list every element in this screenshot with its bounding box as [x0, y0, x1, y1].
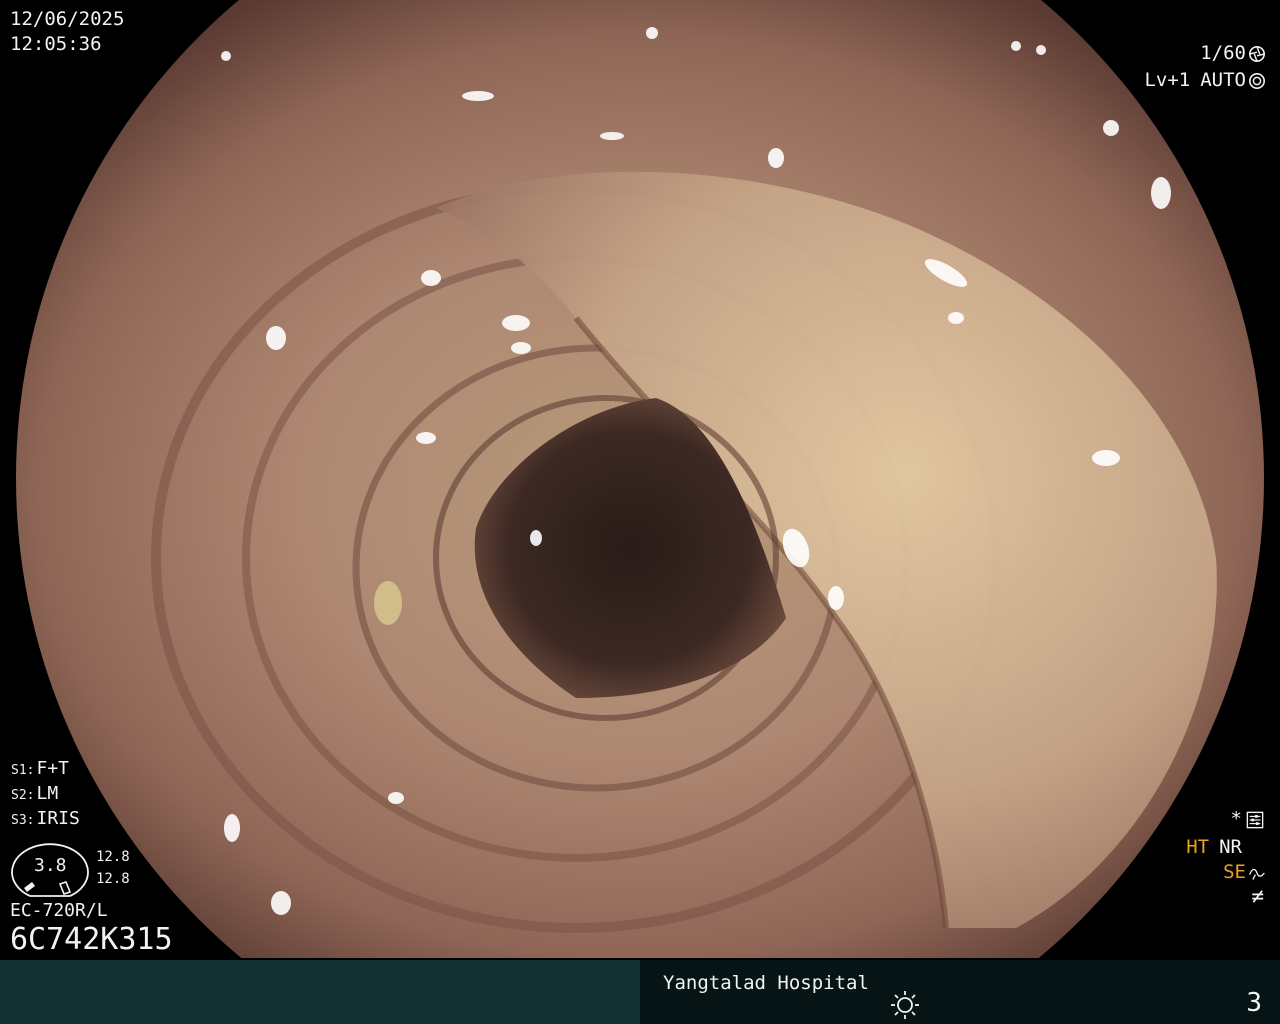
filter-indicator: ≠: [1251, 884, 1264, 908]
setting-value: IRIS: [36, 808, 80, 829]
nr-indicator: NR: [1219, 836, 1242, 858]
zoom-reading-a: 12.8: [96, 849, 130, 865]
star-indicator: *: [1230, 808, 1242, 830]
scope-model: EC-720R/L: [10, 900, 108, 921]
shutter-speed-value: 1/60: [1200, 42, 1246, 64]
hospital-name: Yangtalad Hospital: [663, 972, 869, 994]
exam-date: 12/06/2025: [10, 8, 125, 30]
zoom-reading-b: 12.8: [96, 871, 130, 887]
setting-key: S3:: [11, 813, 35, 828]
iris-mode: AUTO: [1200, 71, 1266, 90]
se-indicator: SE: [1223, 861, 1246, 883]
exposure-level-row: Lv+1 AUTO: [1144, 71, 1266, 90]
wave-icon: [1249, 868, 1265, 880]
indicator-se: SE: [1223, 863, 1266, 882]
sun-icon: [891, 991, 919, 1019]
iris-mode-value: AUTO: [1200, 69, 1246, 91]
zoom-value: 3.8: [34, 855, 67, 876]
shutter-icon: [1248, 45, 1266, 62]
ht-indicator: HT: [1186, 836, 1210, 858]
setting-key: S1:: [11, 763, 35, 778]
shutter-speed: 1/60: [1200, 44, 1266, 63]
setting-s3: S3: IRIS: [11, 810, 80, 828]
indicator-ht-nr: HT NR: [1186, 838, 1242, 857]
exposure-level: Lv+1: [1144, 69, 1191, 91]
scope-serial: 6C742K315: [10, 922, 173, 957]
setting-value: LM: [36, 783, 59, 804]
exam-time: 12:05:36: [10, 33, 102, 55]
setting-value: F+T: [36, 758, 69, 779]
iris-icon: [1248, 72, 1266, 89]
image-count: 3: [1246, 988, 1262, 1018]
settings-sliders-icon: [1246, 811, 1264, 828]
setting-key: S2:: [11, 788, 35, 803]
indicator-star: *: [1231, 810, 1264, 829]
setting-s1: S1: F+T: [11, 760, 69, 778]
endoscope-view: [16, 0, 1264, 958]
setting-s2: S2: LM: [11, 785, 58, 803]
bottom-bar-left: [0, 960, 640, 1024]
